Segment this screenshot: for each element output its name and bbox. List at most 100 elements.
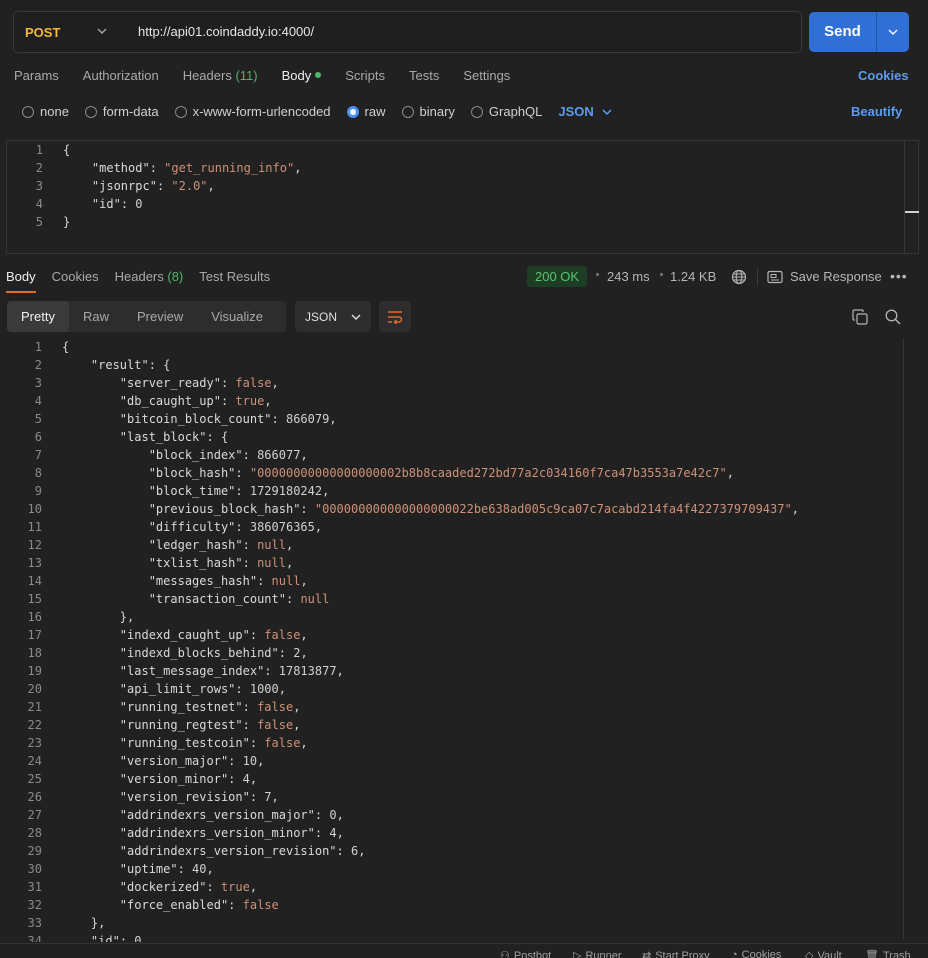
globe-icon[interactable] (731, 269, 747, 288)
radio-circle (174, 105, 187, 118)
start-proxy-button[interactable]: ⇄ Start Proxy (642, 949, 710, 958)
radio-binary[interactable]: binary (401, 104, 455, 119)
code-line: "difficulty": 386076365, (148, 520, 323, 534)
tab-params[interactable]: Params (14, 68, 59, 83)
trash-button[interactable]: 🗑 Trash (865, 949, 911, 958)
radio-form-data[interactable]: form-data (84, 104, 159, 119)
tab-tests[interactable]: Tests (409, 68, 439, 83)
res-tab-test-results[interactable]: Test Results (199, 269, 270, 284)
code-line: "force_enabled": false (119, 898, 279, 912)
radio-circle (401, 105, 414, 118)
method-select[interactable]: POST (14, 12, 124, 52)
code-line: "id": 0 (91, 197, 143, 211)
line-number: 2 (34, 358, 42, 372)
tab-headers[interactable]: Headers (11) (183, 68, 258, 83)
search-icon[interactable] (885, 309, 901, 328)
res-tab-headers-label: Headers (114, 269, 164, 284)
radio-none[interactable]: none (22, 104, 69, 119)
code-line: "server_ready": false, (119, 376, 279, 390)
postbot-label: Postbot (513, 949, 552, 958)
res-tab-body[interactable]: Body (6, 269, 36, 293)
more-options-icon[interactable]: ••• (890, 268, 908, 284)
code-line: "last_block": { (119, 430, 229, 444)
code-line: "jsonrpc": "2.0", (91, 179, 215, 193)
response-scrollbar[interactable] (903, 338, 917, 940)
line-number: 4 (35, 197, 43, 211)
tab-scripts[interactable]: Scripts (345, 68, 385, 83)
radio-graphql[interactable]: GraphQL (470, 104, 543, 119)
line-number: 27 (27, 808, 42, 822)
request-body-editor[interactable]: 1 2 3 4 5 { "method": "get_running_info", "j… (6, 140, 919, 254)
code-line: "indexd_blocks_behind": 2, (119, 646, 308, 660)
code-line: "addrindexrs_version_major": 0, (119, 808, 344, 822)
line-number: 29 (27, 844, 42, 858)
cookie-icon: ◔ (731, 949, 738, 958)
method-label: POST (25, 24, 61, 40)
radio-urlencoded[interactable]: x-www-form-urlencoded (174, 104, 331, 119)
cookies-link[interactable]: Cookies (858, 68, 909, 83)
res-tab-headers[interactable]: Headers (8) (115, 269, 184, 284)
copy-icon[interactable] (852, 309, 868, 328)
response-body-viewer[interactable]: 1 2 3 4 5 6 7 8 9 10 11 12 13 14 15 16 17 18 19 20 21 22 23 24 2… (0, 338, 928, 942)
code-line: "version_revision": 7, (119, 790, 279, 804)
code-line: "running_testcoin": false, (119, 736, 308, 750)
line-number: 24 (27, 754, 42, 768)
runner-icon: ▷ (573, 950, 582, 958)
code-line: { (62, 340, 70, 354)
code-line: "bitcoin_block_count": 866079, (119, 412, 337, 426)
res-tab-cookies[interactable]: Cookies (52, 269, 99, 284)
radio-raw[interactable]: raw (346, 104, 386, 119)
runner-button[interactable]: ▷ Runner (573, 949, 622, 958)
radio-label: form-data (102, 104, 159, 119)
radio-label: binary (419, 104, 455, 119)
body-language-select[interactable]: JSON (558, 104, 612, 119)
line-number: 25 (27, 772, 42, 786)
radio-circle (84, 105, 97, 118)
radio-label: GraphQL (488, 104, 543, 119)
code-line: "running_regtest": false, (119, 718, 301, 732)
cookies-button[interactable]: ◔ Cookies (731, 949, 781, 958)
tab-body-label: Body (281, 68, 312, 83)
vault-button[interactable]: ◇ Vault (805, 949, 842, 958)
status-badge[interactable]: 200 OK (527, 266, 588, 287)
view-raw[interactable]: Raw (69, 301, 123, 332)
code-line: "transaction_count": null (148, 592, 330, 606)
line-number: 32 (27, 898, 42, 912)
code-line: "dockerized": true, (119, 880, 258, 894)
language-label: JSON (558, 104, 594, 119)
save-response-button[interactable]: Save Response (767, 269, 882, 284)
editor-scrollbar[interactable] (904, 141, 919, 253)
wrap-lines-button[interactable] (379, 301, 411, 332)
postbot-button[interactable]: ⚇ Postbot (500, 949, 551, 958)
separator-dot (660, 273, 663, 276)
chevron-down-icon (602, 108, 612, 115)
request-body-code: { "method": "get_running_info", "jsonrpc… (63, 141, 301, 231)
code-line: }, (62, 610, 135, 624)
send-options-button[interactable] (877, 12, 909, 52)
line-number: 10 (27, 502, 42, 516)
code-line: "id": 0 (90, 934, 142, 942)
scrollbar-thumb[interactable] (905, 211, 919, 213)
beautify-button[interactable]: Beautify (851, 104, 902, 119)
line-number: 3 (34, 376, 42, 390)
response-size[interactable]: 1.24 KB (670, 269, 716, 284)
code-line: "block_time": 1729180242, (148, 484, 330, 498)
response-time[interactable]: 243 ms (607, 269, 650, 284)
view-preview[interactable]: Preview (123, 301, 197, 332)
radio-label: raw (364, 104, 386, 119)
line-number: 11 (27, 520, 42, 534)
line-number: 4 (34, 394, 42, 408)
tab-settings[interactable]: Settings (463, 68, 510, 83)
response-format-select[interactable]: JSON (295, 301, 371, 332)
url-input[interactable]: http://api01.coindaddy.io:4000/ (138, 24, 314, 39)
view-visualize[interactable]: Visualize (197, 301, 277, 332)
view-pretty[interactable]: Pretty (7, 301, 69, 332)
tab-body[interactable]: Body (282, 68, 322, 83)
send-button[interactable]: Send (809, 12, 876, 52)
radio-circle (470, 105, 483, 118)
line-numbers: 1 2 3 4 5 6 7 8 9 10 11 12 13 14 15 16 17 18 19 20 21 22 23 24 2… (6, 338, 42, 942)
code-line: "version_minor": 4, (119, 772, 258, 786)
format-label: JSON (305, 309, 338, 324)
tab-authorization[interactable]: Authorization (83, 68, 159, 83)
request-tabs: Params Authorization Headers (11) Body S… (14, 68, 534, 83)
